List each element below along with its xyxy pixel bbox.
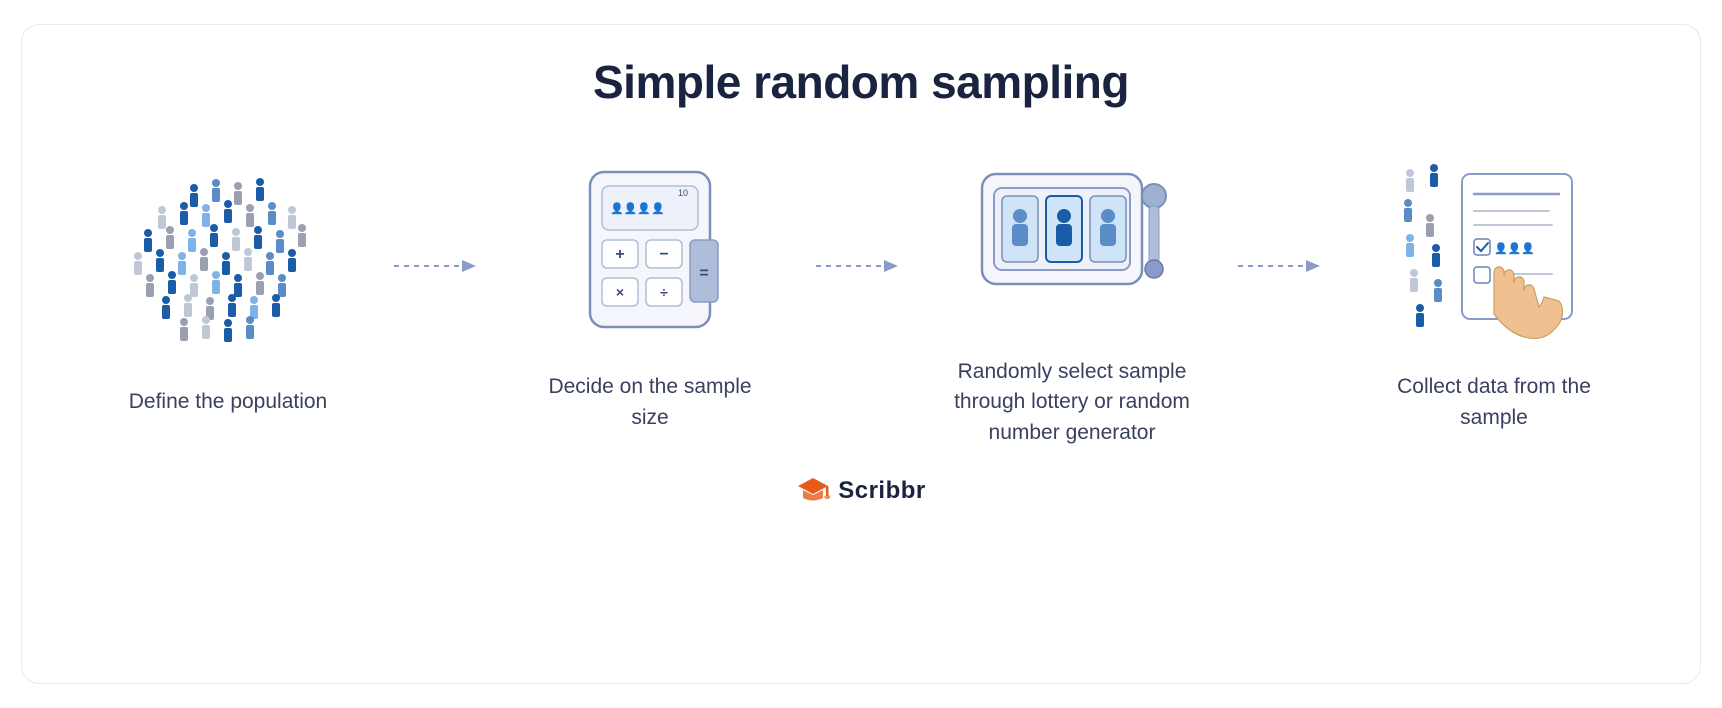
svg-text:👤👤👤: 👤👤👤: [1494, 242, 1535, 255]
clipboard-collect-icon: 👤👤👤 👤👤: [1394, 154, 1594, 354]
page-title: Simple random sampling: [593, 55, 1129, 109]
svg-text:÷: ÷: [660, 284, 668, 300]
arrow-2: [816, 254, 906, 333]
main-container: Simple random sampling: [21, 24, 1701, 684]
arrow-3: [1238, 254, 1328, 333]
step-sample-size-label: Decide on the sample size: [530, 372, 770, 433]
svg-text:−: −: [659, 246, 668, 263]
step-randomly-select-label: Randomly select sample through lottery o…: [952, 357, 1192, 448]
step-population: Define the population: [62, 169, 394, 417]
svg-text:=: =: [699, 265, 708, 282]
footer: Scribbr: [796, 476, 926, 506]
step-sample-size: 👤👤👤👤 10 + − = × ÷ Decide on the sampl: [484, 154, 816, 433]
steps-row: Define the population 👤👤👤👤 10: [62, 139, 1660, 448]
step-population-label: Define the population: [129, 387, 328, 417]
step-randomly-select: Randomly select sample through lottery o…: [906, 139, 1238, 448]
calculator-icon: 👤👤👤👤 10 + − = × ÷: [550, 154, 750, 354]
step-collect-data-label: Collect data from the sample: [1374, 372, 1614, 433]
scribbr-icon: [796, 476, 830, 506]
scribbr-logo: Scribbr: [796, 476, 926, 506]
slot-machine-icon: [972, 139, 1172, 339]
scribbr-brand-name: Scribbr: [838, 477, 926, 505]
svg-text:+: +: [615, 246, 624, 263]
svg-text:10: 10: [678, 188, 688, 198]
svg-text:×: ×: [616, 284, 624, 300]
arrow-1: [394, 254, 484, 333]
step-collect-data: 👤👤👤 👤👤 Collect data from the sample: [1328, 154, 1660, 433]
svg-text:👤👤👤👤: 👤👤👤👤: [610, 202, 665, 215]
people-cluster-icon: [128, 169, 328, 369]
